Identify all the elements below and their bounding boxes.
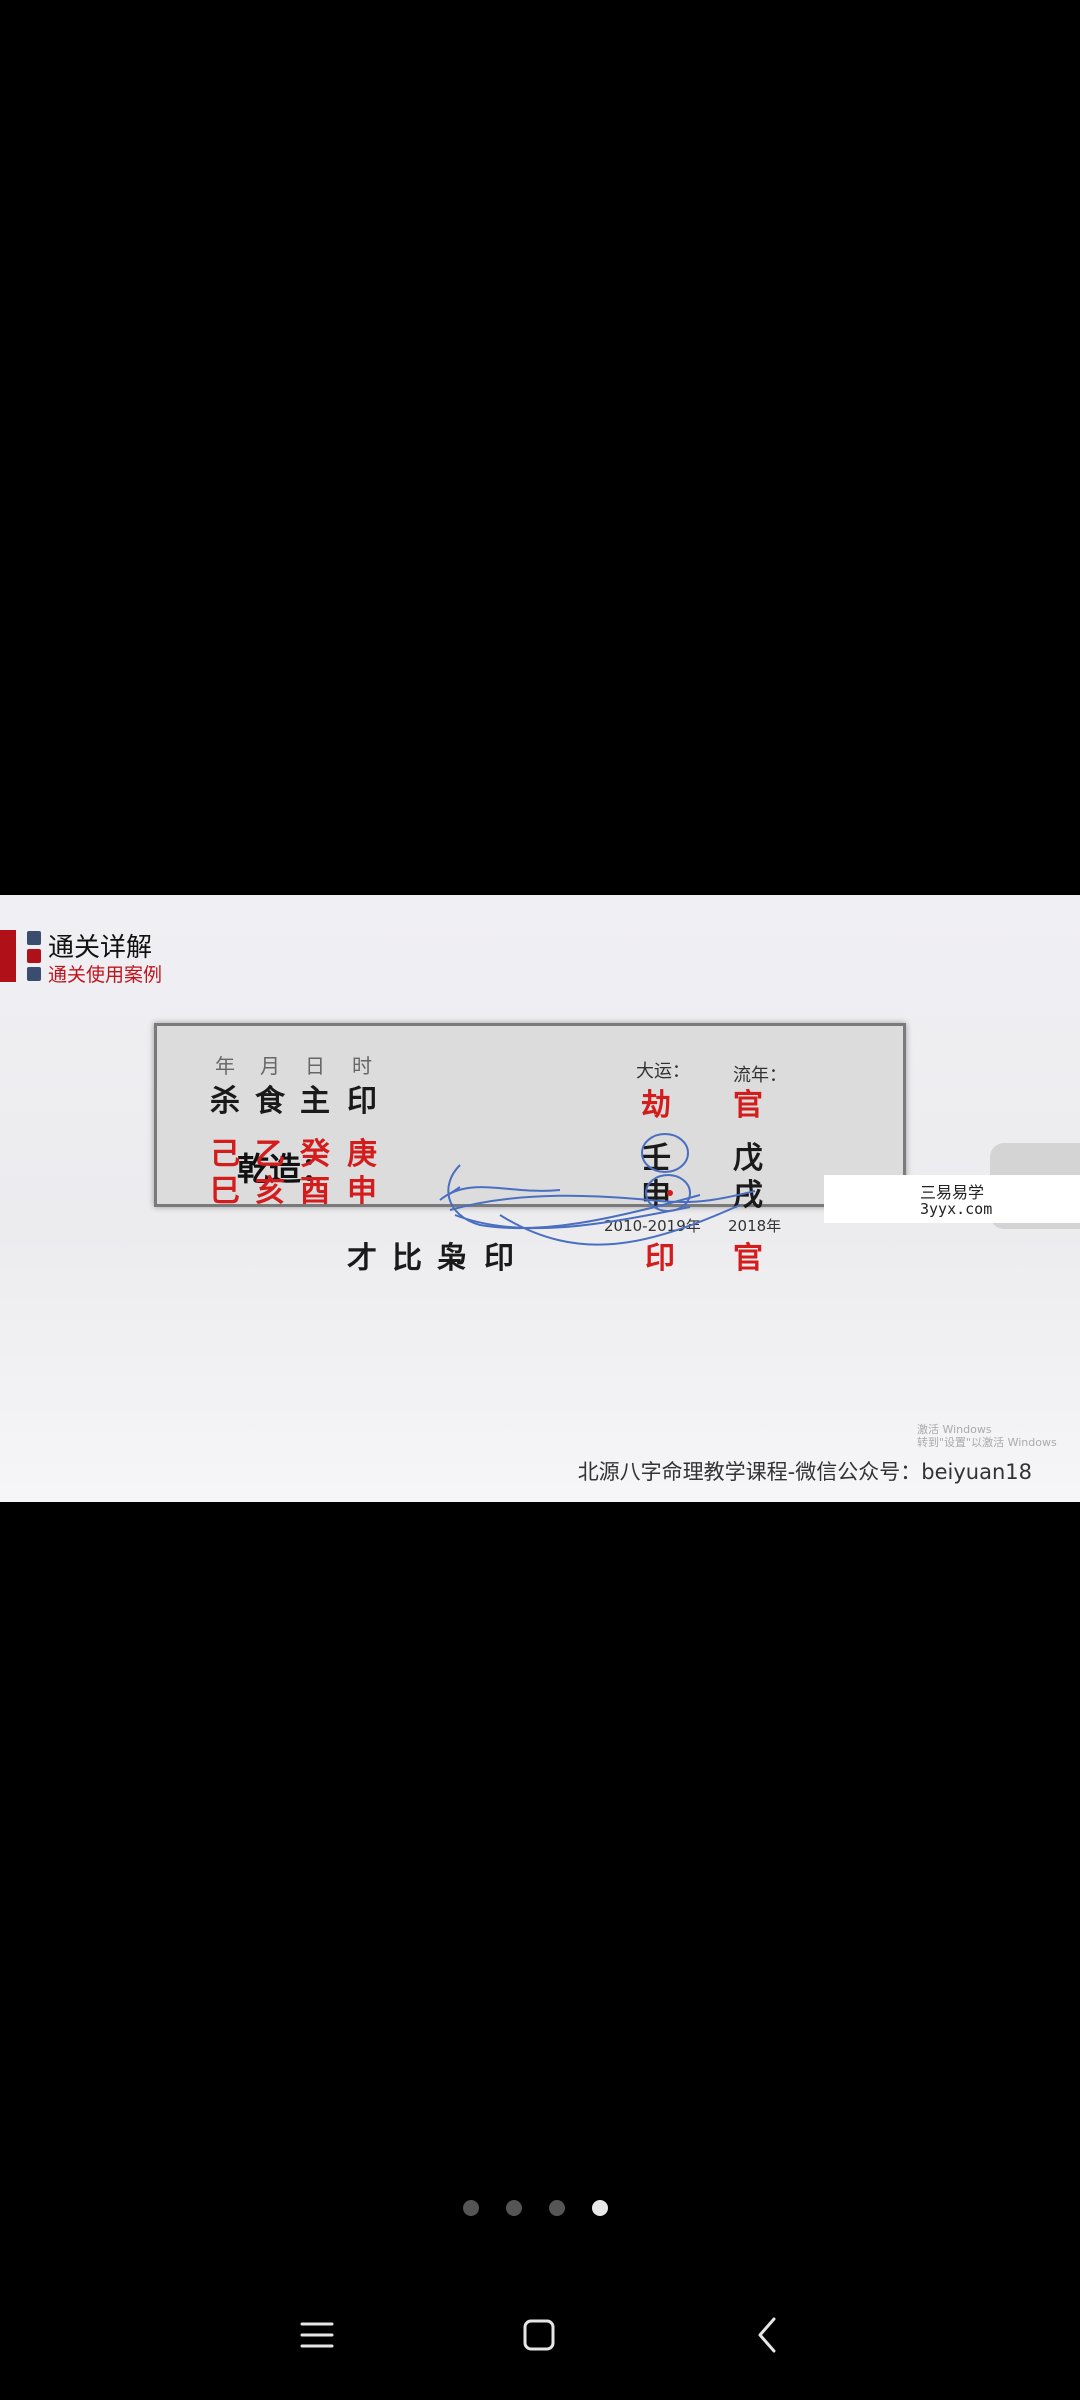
page-dot[interactable] bbox=[463, 2200, 479, 2216]
page-dot[interactable] bbox=[506, 2200, 522, 2216]
watermark-url: 3yyx.com bbox=[920, 1200, 993, 1218]
menu-icon bbox=[300, 2322, 334, 2348]
home-button[interactable] bbox=[514, 2310, 564, 2360]
menu-button[interactable] bbox=[292, 2310, 342, 2360]
page-indicator bbox=[463, 2200, 613, 2220]
home-icon bbox=[523, 2319, 555, 2351]
windows-activation-notice: 激活 Windows 转到"设置"以激活 Windows bbox=[917, 1423, 1057, 1449]
back-button[interactable] bbox=[743, 2310, 793, 2360]
page-dot[interactable] bbox=[549, 2200, 565, 2216]
page-dot-active[interactable] bbox=[592, 2200, 608, 2216]
site-watermark: 三易易学 3yyx.com bbox=[824, 1175, 1080, 1223]
back-arrow-icon bbox=[758, 2317, 776, 2353]
slide-footer: 北源八字命理教学课程-微信公众号：beiyuan18 bbox=[577, 1460, 1032, 1484]
system-navigation-bar bbox=[0, 2300, 1080, 2370]
